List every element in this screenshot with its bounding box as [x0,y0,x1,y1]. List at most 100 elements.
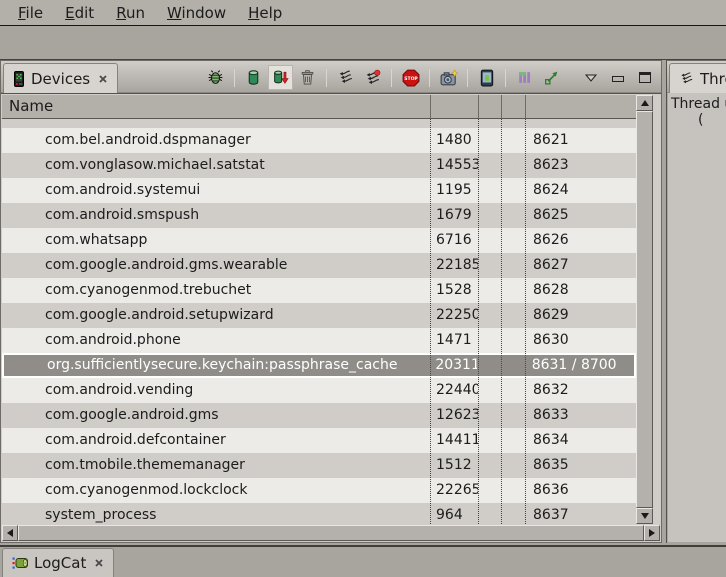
column-separator [501,119,502,524]
threads-content: Thread up ( [668,93,726,542]
minimize-view-button[interactable] [605,65,630,90]
toolbar-separator [467,69,468,87]
scroll-left-button[interactable] [2,525,18,541]
stop-sign-icon: STOP [402,69,420,87]
table-row[interactable]: com.android.vending224408632 [2,378,636,403]
column-divider [525,95,526,118]
table-row[interactable]: com.google.android.setupwizard222508629 [2,303,636,328]
cell-pid: 1512 [430,453,478,478]
cell-port: 8623 [525,153,636,178]
cell-port: 8634 [525,428,636,453]
cell-name: com.android.systemui [2,178,430,203]
stop-process-button[interactable]: STOP [398,65,423,90]
heap-cylinder-icon [245,69,262,86]
tab-devices-close-icon[interactable] [98,74,108,84]
menu-run[interactable]: Run [108,2,153,24]
main-toolbar-strip [0,27,726,60]
logcat-icon [12,555,28,571]
cell-name: com.whatsapp [2,228,430,253]
cell-c2 [501,478,525,503]
cell-name: com.cyanogenmod.lockclock [2,478,430,503]
table-row[interactable]: com.android.smspush16798625 [2,203,636,228]
cell-pid: 1480 [430,128,478,153]
table-row[interactable]: com.google.android.gms126238633 [2,403,636,428]
device-phone-icon [13,71,25,87]
threads-tabbar: Threads [667,61,726,93]
cell-port: 8621 [525,128,636,153]
cell-name: com.bel.android.dspmanager [2,128,430,153]
device-screen-button[interactable] [474,65,499,90]
dump-hprof-button[interactable] [268,65,293,90]
menu-window[interactable]: Window [159,2,234,24]
table-row[interactable]: org.sufficientlysecure.keychain:passphra… [2,353,636,378]
update-threads-button[interactable] [333,65,358,90]
maximize-icon [639,72,651,83]
svg-text:STOP: STOP [404,76,418,82]
scroll-down-button[interactable] [636,508,653,524]
table-row[interactable]: com.bel.android.dspmanager1480 8621 [2,128,636,153]
cell-c1 [478,303,501,328]
table-row[interactable]: com.google.android.gms.wearable221858627 [2,253,636,278]
cell-port: 8631 / 8700 [524,355,634,376]
cell-c2 [501,278,525,303]
cell-c2 [501,253,525,278]
table-row[interactable]: system_process9648637 [2,503,636,524]
cell-port: 8624 [525,178,636,203]
tab-logcat-close-icon[interactable] [94,558,104,568]
menu-edit[interactable]: Edit [57,2,102,24]
cause-gc-button[interactable] [295,65,320,90]
maximize-view-button[interactable] [632,65,657,90]
thread-columns-button[interactable] [512,65,537,90]
cell-port: 8637 [525,503,636,524]
cell-c2 [501,303,525,328]
table-row[interactable]: com.android.phone14718630 [2,328,636,353]
column-divider [478,95,479,118]
cell-pid: 1528 [430,278,478,303]
view-menu-button[interactable] [578,65,603,90]
menu-file[interactable]: File [10,2,51,24]
table-row[interactable]: com.tmobile.thememanager15128635 [2,453,636,478]
vertical-scroll-thumb[interactable] [636,111,653,508]
logcat-bar: LogCat [0,545,726,577]
threads-profiling-icon [364,69,381,86]
update-heap-button[interactable] [241,65,266,90]
cell-c2 [501,178,525,203]
menu-help[interactable]: Help [240,2,290,24]
table-row[interactable]: com.android.defcontainer144118634 [2,428,636,453]
column-divider [501,95,502,118]
cell-pid: 22265 [430,478,478,503]
debug-process-button[interactable] [203,65,228,90]
table-row[interactable]: com.android.systemui11958624 [2,178,636,203]
tab-threads[interactable]: Threads [669,63,726,93]
cell-c2 [501,403,525,428]
left-arrow-icon [7,529,13,537]
cell-port: 8635 [525,453,636,478]
cell-name: com.cyanogenmod.trebuchet [2,278,430,303]
tab-threads-label: Threads [700,70,726,88]
table-header[interactable]: Name [2,95,636,119]
table-row[interactable]: com.vonglasow.michael.satstat145538623 [2,153,636,178]
column-divider [430,95,431,118]
horizontal-scroll-thumb[interactable] [18,525,644,541]
column-header-name[interactable]: Name [9,97,53,115]
scroll-right-button[interactable] [644,525,660,541]
screen-capture-button[interactable] [436,65,461,90]
cell-port: 8625 [525,203,636,228]
cell-c2 [500,355,524,376]
tab-devices[interactable]: Devices [3,63,118,93]
cell-c1 [477,355,500,376]
table-row[interactable]: com.cyanogenmod.trebuchet15288628 [2,278,636,303]
table-row[interactable]: com.whatsapp67168626 [2,228,636,253]
start-method-profiling-button[interactable] [360,65,385,90]
tab-logcat[interactable]: LogCat [2,548,114,577]
up-arrow-icon [641,100,649,106]
vertical-scrollbar[interactable] [636,95,653,524]
scroll-up-button[interactable] [636,95,653,111]
heap-growth-button[interactable] [539,65,564,90]
table-row[interactable]: com.cyanogenmod.lockclock222658636 [2,478,636,503]
right-arrow-icon [649,529,655,537]
column-separator [525,119,526,524]
minimize-icon [612,76,624,82]
horizontal-scrollbar[interactable] [2,525,660,541]
debug-bug-icon [207,69,224,86]
